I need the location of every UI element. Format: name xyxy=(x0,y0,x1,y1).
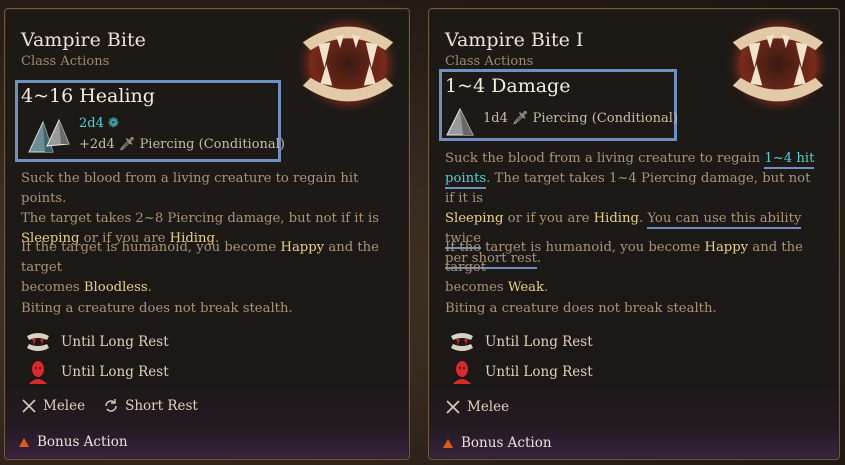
dagger-icon: 🗡 xyxy=(512,111,529,126)
description-humanoid: If the target is humanoid, you become Ha… xyxy=(21,240,379,295)
recharge-label: Short Rest xyxy=(125,398,198,414)
heal-icon: ❁ xyxy=(108,116,119,131)
dice-secondary: +2d4 xyxy=(79,137,115,152)
highlight-hit-points: 1~4 hit xyxy=(764,151,815,169)
keyword-sleeping: Sleeping xyxy=(445,211,504,226)
crystal-d4-icon xyxy=(28,118,70,153)
damage-type: Piercing (Conditional) xyxy=(139,137,285,152)
fangs-icon xyxy=(724,12,832,116)
range-label: Melee xyxy=(43,398,86,414)
red-head-icon xyxy=(29,361,47,384)
ability-title: Vampire Bite xyxy=(21,29,146,51)
dice-main: 2d4 xyxy=(79,116,104,131)
effect-summary: 4~16 Healing xyxy=(21,85,155,107)
crossed-swords-icon xyxy=(446,400,460,414)
dice-main: 1d4 xyxy=(483,111,508,126)
tooltip-card-vampire-bite-i: Vampire Bite I Class Actions 1~4 Damage … xyxy=(428,8,840,460)
fang-mark-icon xyxy=(451,333,473,351)
ability-title: Vampire Bite I xyxy=(445,29,584,51)
ability-category: Class Actions xyxy=(445,54,534,69)
condition-happy: Until Long Rest xyxy=(449,330,593,354)
ability-category: Class Actions xyxy=(21,54,110,69)
keyword-bloodless: Bloodless xyxy=(83,280,148,295)
effect-summary: 1~4 Damage xyxy=(445,75,571,97)
crossed-swords-icon xyxy=(22,399,36,413)
condition-weak: Until Long Rest xyxy=(449,360,593,384)
description-stealth: Biting a creature does not break stealth… xyxy=(21,301,293,316)
action-cost: Bonus Action xyxy=(443,435,552,451)
condition-happy: Until Long Rest xyxy=(25,330,169,354)
bonus-action-icon xyxy=(19,437,29,447)
dagger-icon: 🗡 xyxy=(118,137,136,152)
keyword-happy: Happy xyxy=(280,240,325,255)
action-cost: Bonus Action xyxy=(19,434,128,450)
description-humanoid: If the target is humanoid, you become Ha… xyxy=(445,240,803,295)
bonus-action-icon xyxy=(443,438,453,448)
range-label: Melee xyxy=(467,399,510,415)
keyword-weak: Weak xyxy=(507,280,544,295)
condition-bloodless: Until Long Rest xyxy=(25,360,169,384)
description-stealth: Biting a creature does not break stealth… xyxy=(445,301,717,316)
fangs-icon xyxy=(294,12,402,116)
damage-type: Piercing (Conditional) xyxy=(532,111,679,126)
red-head-icon xyxy=(453,361,471,384)
keyword-happy: Happy xyxy=(704,240,749,255)
recharge-icon xyxy=(105,399,117,412)
description-main: Suck the blood from a living creature to… xyxy=(21,171,379,246)
crystal-d4-icon xyxy=(446,107,474,136)
keyword-hiding: Hiding xyxy=(593,211,639,226)
fang-mark-icon xyxy=(27,333,49,351)
tooltip-card-vampire-bite: Vampire Bite Class Actions 4~16 Healing … xyxy=(4,8,410,460)
